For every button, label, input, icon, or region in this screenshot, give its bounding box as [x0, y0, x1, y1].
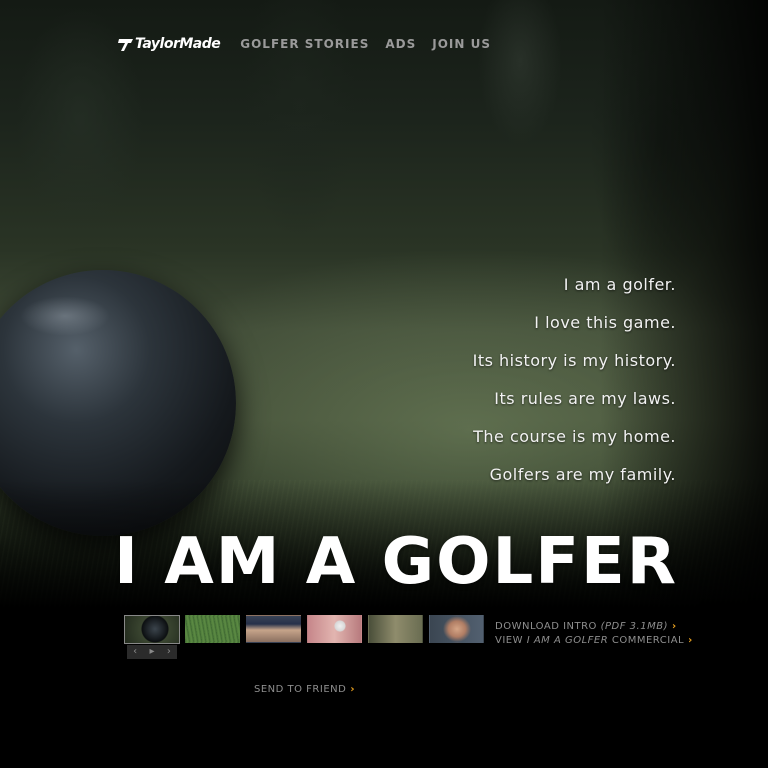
play-icon[interactable]: ▸ [149, 646, 154, 658]
send-to-friend-link[interactable]: SEND TO FRIEND › [254, 683, 355, 697]
view-commercial-suffix: COMMERCIAL [608, 635, 685, 646]
golfer-creed: I am a golfer. I love this game. Its his… [473, 272, 676, 500]
creed-line: Its rules are my laws. [494, 389, 676, 408]
thumbnail-strip [124, 615, 490, 644]
download-intro-label: DOWNLOAD INTRO [495, 621, 601, 632]
page: TaylorMade GOLFER STORIES ADS JOIN US I … [0, 0, 768, 768]
view-commercial-title: I AM A GOLFER [526, 635, 609, 646]
top-nav: TaylorMade GOLFER STORIES ADS JOIN US [118, 32, 507, 56]
nav-join-us[interactable]: JOIN US [432, 37, 491, 51]
brand-logo[interactable]: TaylorMade [118, 36, 221, 52]
view-commercial-link[interactable]: VIEW I AM A GOLFER COMMERCIAL › [495, 634, 693, 648]
chevron-right-icon: › [350, 684, 355, 695]
chevron-right-icon: › [671, 621, 677, 632]
creed-line: I am a golfer. [563, 275, 676, 294]
thumbnail-grass[interactable] [185, 615, 240, 643]
send-to-friend-label: SEND TO FRIEND [254, 684, 347, 695]
thumbnail-golfer-swing[interactable] [368, 615, 423, 643]
creed-line: The course is my home. [473, 427, 676, 446]
thumbnail-young-golfer[interactable] [429, 615, 484, 643]
prev-arrow-icon[interactable]: ‹ [133, 646, 137, 658]
next-arrow-icon[interactable]: › [167, 646, 171, 658]
nav-ads[interactable]: ADS [385, 37, 416, 51]
download-intro-link[interactable]: DOWNLOAD INTRO (PDF 3.1MB) › [495, 620, 693, 634]
creed-line: I love this game. [534, 313, 676, 332]
thumbnail-golfer-cap[interactable] [246, 615, 301, 643]
view-commercial-prefix: VIEW [495, 635, 527, 646]
nav-golfer-stories[interactable]: GOLFER STORIES [240, 37, 369, 51]
thumbnail-golf-ball[interactable] [124, 615, 180, 644]
creed-line: Its history is my history. [472, 351, 676, 370]
page-headline: I AM A GOLFER [114, 525, 678, 599]
gallery-pager: ‹ ▸ › [127, 645, 177, 659]
chevron-right-icon: › [688, 635, 693, 646]
taylormade-t-icon [118, 39, 133, 51]
brand-logo-text: TaylorMade [135, 36, 221, 52]
thumbnail-ball-tee[interactable] [307, 615, 362, 643]
creed-line: Golfers are my family. [489, 465, 676, 484]
media-links: DOWNLOAD INTRO (PDF 3.1MB) › VIEW I AM A … [495, 620, 693, 648]
download-intro-meta: (PDF 3.1MB) [600, 621, 668, 632]
